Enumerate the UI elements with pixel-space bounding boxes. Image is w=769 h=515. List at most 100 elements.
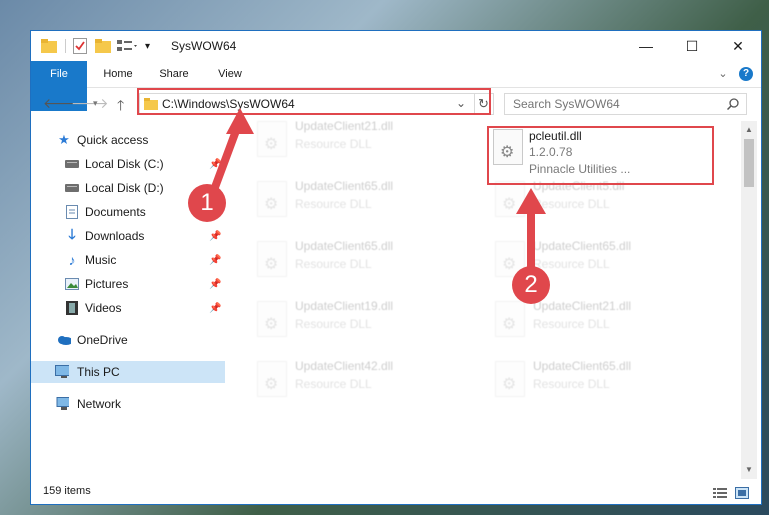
dll-file-icon: ⚙ xyxy=(495,361,525,397)
file-type: Resource DLL xyxy=(295,137,372,151)
list-item[interactable]: ⚙ UpdateClient19.dll Resource DLL xyxy=(247,295,467,345)
new-folder-icon[interactable] xyxy=(95,37,111,55)
close-button[interactable]: ✕ xyxy=(715,31,761,61)
tab-share[interactable]: Share xyxy=(149,61,199,87)
search-box[interactable] xyxy=(504,93,747,115)
dll-file-icon: ⚙ xyxy=(257,301,287,337)
pin-icon: 📌 xyxy=(209,230,222,242)
details-view-icon[interactable] xyxy=(713,487,727,499)
maximize-button[interactable]: ☐ xyxy=(669,31,715,61)
sidebar-item-label: Music xyxy=(85,253,117,267)
sidebar-item-downloads[interactable]: 🡓 Downloads 📌 xyxy=(31,225,225,247)
documents-icon xyxy=(65,205,79,219)
dll-file-icon: ⚙ xyxy=(257,241,287,277)
pin-icon: 📌 xyxy=(209,254,222,266)
file-type: Resource DLL xyxy=(533,197,610,211)
step-2-badge: 2 xyxy=(512,266,550,304)
file-type: Resource DLL xyxy=(295,257,372,271)
item-count: 159 items xyxy=(43,485,91,497)
search-icon[interactable] xyxy=(727,98,739,110)
star-icon: ★ xyxy=(58,132,70,147)
file-name: UpdateClient42.dll xyxy=(295,359,394,373)
list-item[interactable]: ⚙ UpdateClient21.dll Resource DLL xyxy=(247,115,467,165)
file-highlight xyxy=(487,126,714,185)
videos-icon xyxy=(65,301,79,315)
file-name: UpdateClient65.dll xyxy=(295,179,394,193)
scroll-up-icon[interactable]: ▲ xyxy=(745,125,753,134)
sidebar-item-label: OneDrive xyxy=(77,333,128,347)
sidebar-item-label: Local Disk (C:) xyxy=(85,157,164,171)
step-1-badge: 1 xyxy=(188,184,226,222)
customize-toolbar-icon[interactable]: ▾ xyxy=(145,37,150,55)
music-icon: ♪ xyxy=(68,252,76,268)
sidebar-item-videos[interactable]: Videos 📌 xyxy=(31,297,225,319)
drive-icon xyxy=(65,157,79,171)
list-item[interactable]: ⚙ UpdateClient21.dll Resource DLL xyxy=(485,295,705,345)
pin-icon: 📌 xyxy=(209,278,222,290)
view-options-icon[interactable] xyxy=(117,37,139,55)
file-name: UpdateClient65.dll xyxy=(533,239,632,253)
sidebar-item-label: Local Disk (D:) xyxy=(85,181,164,195)
list-item[interactable]: ⚙ UpdateClient42.dll Resource DLL xyxy=(247,355,467,405)
file-name: UpdateClient65.dll xyxy=(295,239,394,253)
expand-ribbon-icon[interactable]: ⌄ xyxy=(715,61,731,87)
file-name: UpdateClient21.dll xyxy=(295,119,394,133)
file-name: UpdateClient21.dll xyxy=(533,299,632,313)
vertical-scrollbar[interactable]: ▲ ▼ xyxy=(741,121,757,479)
navigation-pane: ★ Quick access Local Disk (C:) 📌 Local D… xyxy=(31,121,227,479)
sidebar-item-label: Documents xyxy=(85,205,146,219)
sidebar-item-quick-access[interactable]: ★ Quick access xyxy=(31,129,225,151)
file-type: Resource DLL xyxy=(295,317,372,331)
sidebar-item-label: Videos xyxy=(85,301,122,315)
download-icon: 🡓 xyxy=(68,226,76,242)
pictures-icon xyxy=(65,277,79,291)
ribbon-tabs: File Home Share View ⌄ ? xyxy=(31,61,761,111)
file-name: UpdateClient65.dll xyxy=(533,359,632,373)
tab-view[interactable]: View xyxy=(205,61,255,87)
drive-icon xyxy=(65,181,79,195)
computer-icon xyxy=(55,365,69,379)
dll-file-icon: ⚙ xyxy=(495,301,525,337)
tab-home[interactable]: Home xyxy=(93,61,143,87)
sidebar-item-pictures[interactable]: Pictures 📌 xyxy=(31,273,225,295)
scroll-down-icon[interactable]: ▼ xyxy=(745,465,753,474)
list-item[interactable]: ⚙ UpdateClient65.dll Resource DLL xyxy=(247,175,467,225)
list-item[interactable]: ⚙ UpdateClient65.dll Resource DLL xyxy=(485,355,705,405)
large-icons-view-icon[interactable] xyxy=(735,487,749,499)
address-bar-highlight xyxy=(137,88,491,115)
sidebar-item-network[interactable]: Network xyxy=(31,393,225,415)
dll-file-icon: ⚙ xyxy=(257,121,287,157)
dll-file-icon: ⚙ xyxy=(257,181,287,217)
pin-icon: 📌 xyxy=(209,158,222,170)
sidebar-item-label: Network xyxy=(77,397,122,411)
dll-file-icon: ⚙ xyxy=(495,181,525,217)
cloud-icon xyxy=(57,333,71,347)
status-bar: 159 items xyxy=(31,479,761,505)
minimize-button[interactable]: — xyxy=(623,31,669,61)
list-item[interactable]: ⚙ UpdateClient65.dll Resource DLL xyxy=(247,235,467,285)
recent-locations-icon[interactable]: ▾ xyxy=(93,98,98,109)
sidebar-item-music[interactable]: ♪ Music 📌 xyxy=(31,249,225,271)
dll-file-icon: ⚙ xyxy=(257,361,287,397)
sidebar-item-onedrive[interactable]: OneDrive xyxy=(31,329,225,351)
help-icon[interactable]: ? xyxy=(739,67,753,81)
sidebar-item-local-disk-c[interactable]: Local Disk (C:) 📌 xyxy=(31,153,225,175)
sidebar-item-label: Quick access xyxy=(77,133,149,147)
sidebar-item-label: This PC xyxy=(77,365,120,379)
file-type: Resource DLL xyxy=(295,377,372,391)
qa-divider xyxy=(65,39,66,53)
properties-icon[interactable] xyxy=(73,37,87,55)
sidebar-item-label: Downloads xyxy=(85,229,145,243)
scrollbar-thumb[interactable] xyxy=(744,139,754,187)
search-input[interactable] xyxy=(511,96,715,112)
file-name: UpdateClient19.dll xyxy=(295,299,394,313)
window-title: SysWOW64 xyxy=(171,39,237,53)
folder-icon xyxy=(41,37,57,55)
forward-arrow-icon[interactable]: 🡒 xyxy=(71,95,109,112)
pin-icon: 📌 xyxy=(209,302,222,314)
file-type: Resource DLL xyxy=(533,317,610,331)
file-type: Resource DLL xyxy=(295,197,372,211)
title-bar: ▾ SysWOW64 — ☐ ✕ xyxy=(31,31,761,61)
up-arrow-icon[interactable]: 🡑 xyxy=(117,95,124,119)
sidebar-item-this-pc[interactable]: This PC xyxy=(31,361,225,383)
